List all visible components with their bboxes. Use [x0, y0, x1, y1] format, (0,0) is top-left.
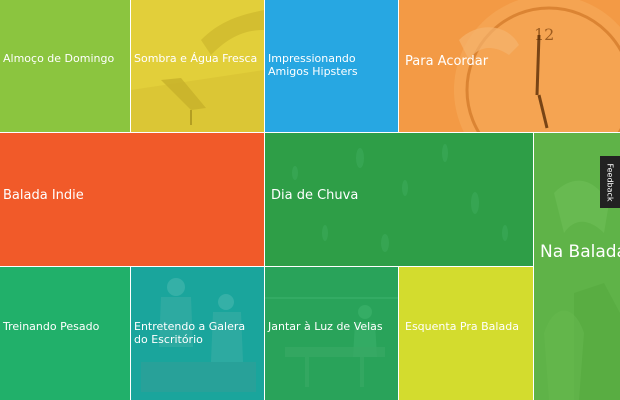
feedback-label: Feedback — [605, 162, 615, 202]
beach-chair-photo — [131, 10, 264, 132]
tile-label: Esquenta Pra Balada — [405, 320, 519, 333]
tile-label: Para Acordar — [405, 54, 489, 69]
tile-label: Impressionando Amigos Hipsters — [268, 52, 358, 79]
tile-almoco-de-domingo[interactable]: Almoço de Domingo — [0, 0, 130, 132]
tile-label: Entretendo a Galera do Escritório — [134, 320, 246, 347]
tile-label: Jantar à Luz de Velas — [268, 320, 383, 333]
tile-balada-indie[interactable]: Balada Indie — [0, 133, 264, 266]
tile-para-acordar[interactable]: 12 Para Acordar — [399, 0, 620, 132]
tile-esquenta-pra-balada[interactable]: Esquenta Pra Balada — [399, 267, 533, 400]
dinner-table-photo — [265, 297, 398, 387]
tile-sombra-e-agua-fresca[interactable]: Sombra e Água Fresca — [131, 0, 264, 132]
tile-treinando-pesado[interactable]: Treinando Pesado — [0, 267, 130, 400]
tile-label: Almoço de Domingo — [3, 52, 115, 65]
tile-label: Treinando Pesado — [3, 320, 100, 333]
tile-jantar-a-luz-de-velas[interactable]: Jantar à Luz de Velas — [265, 267, 398, 400]
tile-label: Sombra e Água Fresca — [134, 52, 258, 65]
tile-label: Balada Indie — [3, 188, 84, 203]
tile-impressionando-amigos-hipsters[interactable]: Impressionando Amigos Hipsters — [265, 0, 398, 132]
tile-dia-de-chuva[interactable]: Dia de Chuva — [265, 133, 533, 266]
tile-entretendo-a-galera-do-escritorio[interactable]: Entretendo a Galera do Escritório — [131, 267, 264, 400]
feedback-button[interactable]: Feedback — [600, 156, 620, 208]
tile-label: Dia de Chuva — [271, 188, 359, 203]
tile-label: Na Balada — [540, 242, 620, 262]
playlist-grid: Almoço de Domingo Sombra e Água Fresca I… — [0, 0, 620, 400]
svg-text:12: 12 — [534, 25, 554, 44]
